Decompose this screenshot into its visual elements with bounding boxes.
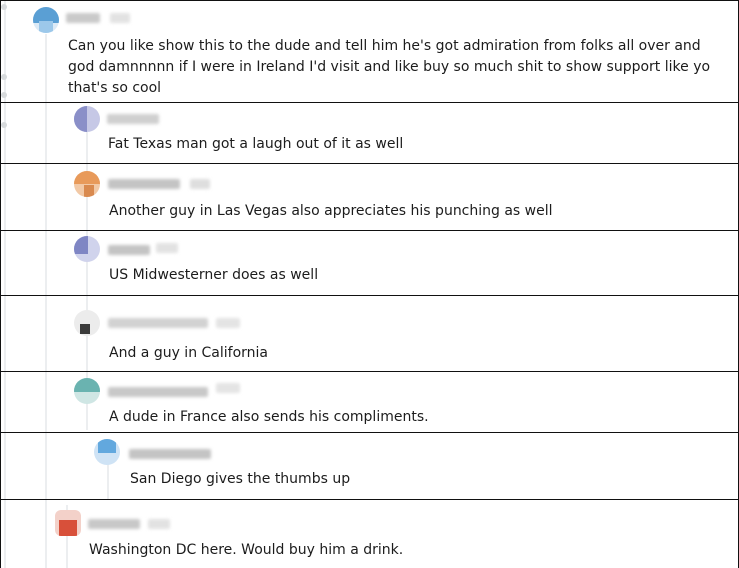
comment-body: A dude in France also sends his complime… [109,409,429,425]
username-redacted[interactable] [108,245,150,255]
comment-body: Can you like show this to the dude and t… [68,38,711,96]
username-redacted[interactable] [108,318,208,328]
username-redacted[interactable] [66,13,100,23]
timestamp-redacted [190,179,210,189]
timestamp-redacted [148,519,170,529]
username-redacted[interactable] [129,449,211,459]
username-redacted[interactable] [108,179,180,189]
timestamp-redacted [156,243,178,253]
avatar[interactable] [33,7,59,33]
timestamp-redacted [216,318,240,328]
comment-body: And a guy in California [109,345,269,361]
username-redacted[interactable] [88,519,140,529]
avatar[interactable] [74,106,100,132]
avatar[interactable] [74,378,100,404]
avatar[interactable] [74,310,100,336]
comment-reply [0,230,739,296]
avatar[interactable] [94,439,120,465]
avatar[interactable] [74,171,100,197]
comment-body: San Diego gives the thumbs up [130,471,351,487]
comment-body: Washington DC here. Would buy him a drin… [89,542,404,558]
avatar[interactable] [74,236,100,262]
username-redacted[interactable] [107,114,159,124]
username-redacted[interactable] [108,387,208,397]
timestamp-redacted [110,13,130,23]
comment-body: US Midwesterner does as well [109,267,319,283]
comment-body: Fat Texas man got a laugh out of it as w… [108,136,404,152]
avatar[interactable] [55,510,81,536]
comment-body: Another guy in Las Vegas also appreciate… [109,203,553,219]
timestamp-redacted [216,383,240,393]
